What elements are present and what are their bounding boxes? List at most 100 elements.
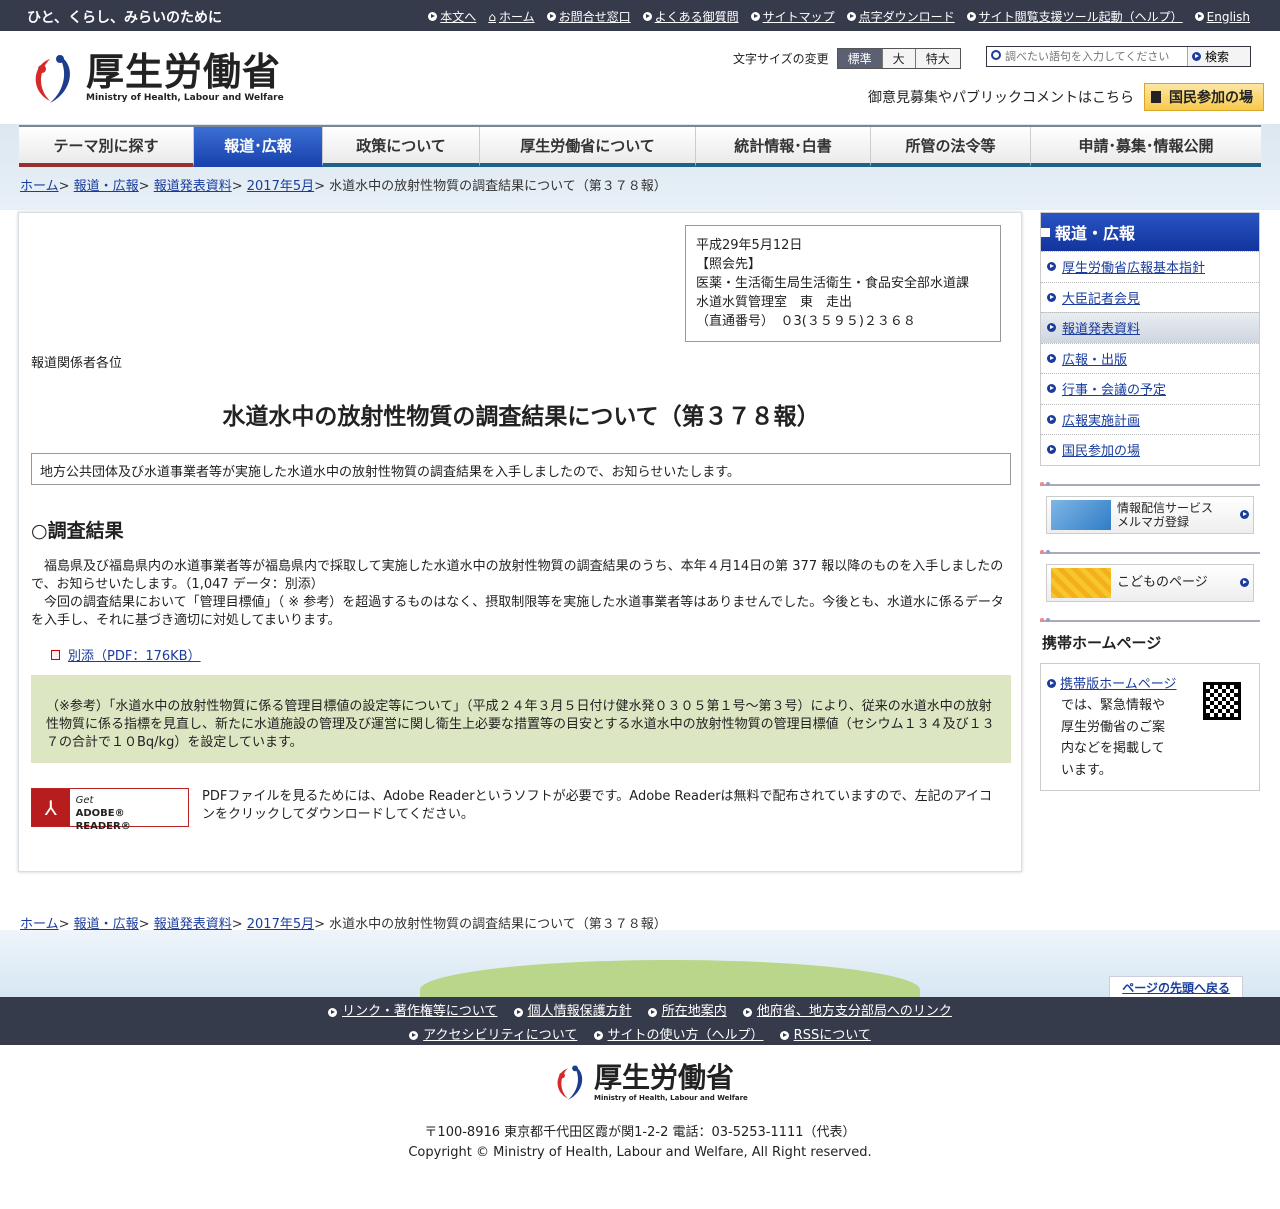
- sidebar-item[interactable]: 広報実施計画: [1041, 403, 1259, 435]
- font-size-large[interactable]: 大: [881, 49, 915, 68]
- sidebar-link[interactable]: 厚生労働省広報基本指針: [1062, 257, 1205, 276]
- link-faq[interactable]: よくある御質問: [642, 8, 739, 25]
- footer-link[interactable]: リンク・著作権等について: [328, 1001, 497, 1023]
- public-comment-text: 御意見募集やパブリックコメントはこちら: [868, 90, 1134, 106]
- footer-link-label: 個人情報保護方針: [527, 1004, 632, 1019]
- sidebar-item[interactable]: 国民参加の場: [1041, 434, 1259, 465]
- section-heading: ○調査結果: [31, 520, 124, 542]
- footer-link[interactable]: アクセシビリティについて: [409, 1025, 577, 1047]
- logo-subtitle: Ministry of Health, Labour and Welfare: [86, 93, 284, 103]
- search-button-label: 検索: [1205, 50, 1230, 64]
- arrow-icon: [546, 12, 556, 21]
- breadcrumb-month[interactable]: 2017年5月: [247, 179, 314, 194]
- link-label: お問合せ窓口: [558, 10, 631, 24]
- link-contact[interactable]: お問合せ窓口: [546, 8, 631, 25]
- site-logo[interactable]: 厚生労働省 Ministry of Health, Labour and Welf…: [28, 51, 284, 105]
- main-content: 平成29年5月12日 【照会先】 医薬・生活衛生局生活衛生・食品安全部水道課 水…: [18, 212, 1022, 872]
- search-input[interactable]: [987, 47, 1187, 66]
- link-english[interactable]: English: [1194, 8, 1250, 25]
- breadcrumb-press[interactable]: 報道・広報: [74, 179, 139, 194]
- addressee: 報道関係者各位: [31, 356, 123, 371]
- ministry-logo-icon: [35, 55, 70, 103]
- nav-press[interactable]: 報道･広報: [194, 127, 323, 167]
- participation-button[interactable]: 国民参加の場: [1144, 83, 1264, 111]
- get-adobe-reader-button[interactable]: ⅄ Get ADOBE® READER®: [31, 788, 189, 832]
- link-accessibility-tool[interactable]: サイト閲覧支援ツール起動（ヘルプ）: [966, 8, 1183, 25]
- breadcrumb-home[interactable]: ホーム: [20, 179, 59, 194]
- link-braille[interactable]: 点字ダウンロード: [846, 8, 955, 25]
- children-icon: [1051, 567, 1111, 598]
- arrow-icon: [1047, 323, 1056, 333]
- link-home[interactable]: ⌂ ホーム: [488, 8, 534, 25]
- sidebar-item[interactable]: 行事・会議の予定: [1041, 373, 1259, 404]
- nav-laws[interactable]: 所管の法令等: [871, 127, 1031, 167]
- arrow-icon: [513, 1007, 523, 1017]
- contact-box: 平成29年5月12日 【照会先】 医薬・生活衛生局生活衛生・食品安全部水道課 水…: [685, 225, 1001, 342]
- font-size-standard[interactable]: 標準: [837, 49, 882, 68]
- font-size-control: 文字サイズの変更 標準大特大: [733, 48, 961, 69]
- mobile-link[interactable]: 携帯版ホームページ: [1060, 677, 1176, 692]
- ministry-logo-icon: [557, 1065, 583, 1100]
- attachment-link[interactable]: 別添（PDF：176KB）: [68, 645, 201, 664]
- arrow-icon: [328, 1007, 338, 1017]
- header: 厚生労働省 Ministry of Health, Labour and Welf…: [0, 31, 1280, 124]
- footer-link[interactable]: 他府省、地方支分部局へのリンク: [742, 1001, 952, 1023]
- footer-link[interactable]: RSSについて: [779, 1025, 871, 1047]
- link-label: サイトマップ: [762, 10, 835, 24]
- arrow-icon: [1047, 414, 1056, 424]
- nav-area: テーマ別に探す 報道･広報 政策について 厚生労働省について 統計情報･白書 所…: [0, 124, 1280, 210]
- arrow-icon: [409, 1031, 419, 1040]
- link-label: 本文へ: [440, 10, 477, 24]
- arrow-icon: [1041, 227, 1050, 237]
- sidebar-link[interactable]: 国民参加の場: [1062, 440, 1140, 459]
- nav-about[interactable]: 厚生労働省について: [480, 127, 696, 167]
- sidebar-link[interactable]: 広報・出版: [1062, 349, 1127, 368]
- nav-theme[interactable]: テーマ別に探す: [19, 127, 194, 167]
- sidebar-link[interactable]: 行事・会議の予定: [1062, 379, 1166, 398]
- public-comment: 御意見募集やパブリックコメントはこちら 国民参加の場: [868, 83, 1264, 111]
- font-size-xlarge[interactable]: 特大: [914, 49, 960, 68]
- sidebar-item[interactable]: 広報・出版: [1041, 342, 1259, 374]
- arrow-icon: [1047, 292, 1056, 302]
- sidebar-link[interactable]: 大臣記者会見: [1062, 288, 1140, 307]
- footer-address: 〒100-8916 東京都千代田区霞が関1-2-2 電話：03-5253-111…: [0, 1123, 1280, 1163]
- link-skip-to-content[interactable]: 本文へ: [428, 8, 476, 25]
- nav-applications[interactable]: 申請･募集･情報公開: [1031, 127, 1261, 167]
- divider: [1040, 548, 1260, 554]
- sidebar-item[interactable]: 厚生労働省広報基本指針: [1041, 251, 1259, 282]
- adobe-icon: ⅄: [32, 789, 70, 826]
- contact-phone: （直通番号） ０3(３５９５)２３６８: [696, 314, 916, 329]
- footer-logo-title: 厚生労働省: [594, 1061, 735, 1094]
- footer-link-label: 他府省、地方支分部局へのリンク: [756, 1004, 952, 1019]
- sidebar-item[interactable]: 大臣記者会見: [1041, 281, 1259, 313]
- badge-name: ADOBE® READER®: [75, 808, 131, 832]
- nav-statistics[interactable]: 統計情報･白書: [696, 127, 871, 167]
- link-sitemap[interactable]: サイトマップ: [750, 8, 835, 25]
- body-text: 福島県及び福島県内の水道事業者等が福島県内で採取して実施した水道水中の放射性物質…: [31, 558, 1006, 630]
- arrow-icon: [1151, 91, 1161, 103]
- reference-note: （※参考）「水道水中の放射性物質に係る管理目標値の設定等について」（平成２４年３…: [31, 675, 1011, 763]
- link-label: ホーム: [498, 10, 535, 24]
- arrow-icon: [846, 12, 856, 21]
- search-icon: [991, 50, 1001, 60]
- arrow-icon: [642, 12, 652, 21]
- link-label: 点字ダウンロード: [858, 10, 955, 24]
- sidebar-item-current[interactable]: 報道発表資料: [1041, 312, 1259, 343]
- footer-link[interactable]: 個人情報保護方針: [513, 1001, 632, 1023]
- sidebar-link[interactable]: 広報実施計画: [1062, 410, 1140, 429]
- footer-link-label: アクセシビリティについて: [423, 1027, 578, 1043]
- arrow-icon: [966, 12, 976, 21]
- nav-policy[interactable]: 政策について: [323, 127, 480, 167]
- back-to-top-label: ページの先頭へ戻る: [1122, 981, 1230, 995]
- sidebar-link[interactable]: 報道発表資料: [1062, 318, 1140, 337]
- link-label: サイト閲覧支援ツール起動（ヘルプ）: [978, 10, 1183, 24]
- footer-link[interactable]: 所在地案内: [647, 1001, 727, 1023]
- kids-page-banner[interactable]: こどものページ: [1046, 563, 1254, 602]
- attachment: 別添（PDF：176KB）: [51, 645, 201, 664]
- mail-magazine-banner[interactable]: 情報配信サービス メルマガ登録: [1046, 495, 1254, 534]
- search-button[interactable]: 検索: [1187, 47, 1250, 66]
- breadcrumb-releases[interactable]: 報道発表資料: [154, 179, 232, 194]
- footer-link[interactable]: サイトの使い方（ヘルプ）: [593, 1025, 764, 1047]
- back-to-top-link[interactable]: ページの先頭へ戻る: [1109, 976, 1243, 999]
- contact-department: 医薬・生活衛生局生活衛生・食品安全部水道課: [696, 276, 970, 291]
